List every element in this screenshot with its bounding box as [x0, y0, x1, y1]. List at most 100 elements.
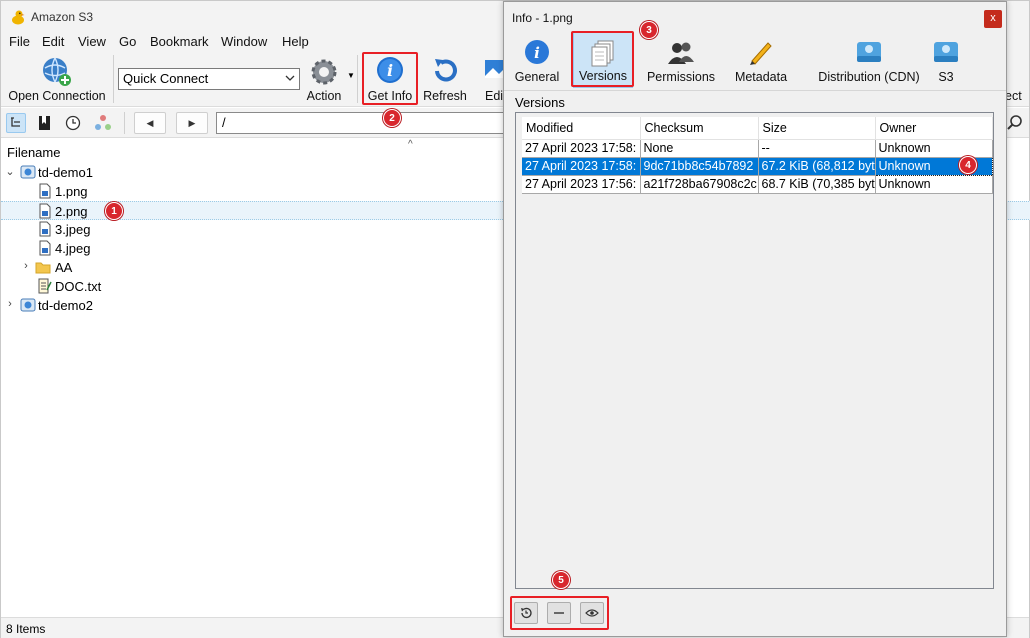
bonjour-view-button[interactable] — [93, 113, 113, 133]
outline-view-button[interactable] — [6, 113, 26, 133]
history-view-button[interactable] — [63, 113, 83, 133]
revert-version-button[interactable] — [514, 602, 538, 624]
item-count: 8 Items — [6, 622, 46, 636]
tab-permissions[interactable]: Permissions — [643, 32, 719, 88]
tab-s3-label: S3 — [938, 70, 954, 84]
tab-metadata[interactable]: Metadata — [729, 32, 793, 88]
cell-checksum: a21f728ba67908c2c — [640, 175, 759, 194]
info-dialog: Info - 1.png x i General Versions Permis… — [503, 1, 1007, 637]
tree-item-label: 2.png — [55, 204, 88, 219]
chevron-right-icon[interactable]: › — [20, 260, 32, 272]
toolbar-divider — [357, 55, 358, 103]
tab-s3[interactable]: S3 — [934, 32, 958, 88]
open-connection-button[interactable]: Open Connection — [5, 53, 109, 105]
disconnect-button[interactable]: ect — [1005, 53, 1029, 105]
users-icon — [668, 42, 694, 64]
cell-owner: Unknown — [875, 139, 993, 158]
tab-metadata-label: Metadata — [734, 70, 788, 84]
clock-icon — [65, 115, 81, 131]
bucket-icon — [20, 298, 36, 312]
column-header-size[interactable]: Size — [758, 117, 876, 140]
versions-table-container: Modified Checksum Size Owner 27 April 20… — [515, 112, 994, 589]
menu-window[interactable]: Window — [221, 34, 267, 49]
back-arrow-icon: ◀ — [146, 118, 154, 128]
image-edit-icon — [485, 60, 505, 78]
column-header-owner[interactable]: Owner — [875, 117, 993, 140]
chevron-down-icon[interactable]: ⌄ — [4, 165, 16, 178]
quick-connect-select[interactable]: Quick Connect — [118, 68, 300, 90]
gear-icon — [311, 59, 337, 85]
step-badge-1: 1 — [105, 202, 123, 220]
chevron-down-icon — [285, 75, 295, 81]
filename-column-header[interactable]: Filename — [7, 145, 60, 160]
cell-size: -- — [758, 139, 876, 158]
step-badge-4: 4 — [959, 156, 977, 174]
action-button[interactable]: Action — [301, 53, 347, 105]
table-row[interactable]: 27 April 2023 17:58: None -- Unknown — [522, 139, 993, 158]
cell-checksum: None — [640, 139, 759, 158]
get-info-button[interactable]: i Get Info — [363, 53, 417, 105]
tree-item-label: td-demo1 — [38, 165, 93, 180]
search-icon[interactable] — [1004, 112, 1026, 134]
toolbar-divider — [113, 55, 114, 103]
tab-versions[interactable]: Versions — [573, 32, 633, 88]
chevron-right-icon[interactable]: › — [4, 298, 16, 310]
cyberduck-logo-icon — [12, 10, 25, 25]
network-icon — [95, 115, 111, 130]
quick-look-button[interactable] — [580, 602, 604, 624]
cell-size: 67.2 KiB (68,812 byt — [758, 157, 876, 176]
menu-view[interactable]: View — [78, 34, 106, 49]
action-dropdown-icon[interactable]: ▼ — [347, 71, 355, 80]
path-field[interactable]: / — [216, 112, 516, 134]
quick-connect-value: Quick Connect — [123, 71, 209, 86]
cell-owner: Unknown — [875, 175, 993, 194]
versions-section-title: Versions — [515, 95, 565, 110]
tree-item-label: DOC.txt — [55, 279, 102, 294]
delete-version-button[interactable] — [547, 602, 571, 624]
svg-text:i: i — [534, 44, 540, 62]
sort-ascending-icon: ^ — [408, 139, 413, 150]
step-badge-3: 3 — [640, 21, 658, 39]
menu-go[interactable]: Go — [119, 34, 136, 49]
nav-divider — [124, 112, 125, 134]
tab-distribution-cdn[interactable]: Distribution (CDN) — [807, 32, 931, 88]
info-icon: i — [377, 57, 403, 83]
table-header-row: Modified Checksum Size Owner — [522, 117, 993, 140]
versions-icon — [591, 40, 614, 67]
get-info-label: Get Info — [367, 89, 413, 103]
menu-file[interactable]: File — [9, 34, 30, 49]
image-file-icon — [39, 203, 51, 219]
refresh-icon — [435, 59, 457, 82]
table-row[interactable]: 27 April 2023 17:56: a21f728ba67908c2c 6… — [522, 175, 993, 194]
image-file-icon — [39, 221, 51, 237]
edit-label: Edi — [485, 89, 504, 103]
table-row-selected[interactable]: 27 April 2023 17:58: 9dc71bb8c54b7892 67… — [522, 156, 993, 176]
versions-table: Modified Checksum Size Owner 27 April 20… — [522, 117, 993, 194]
refresh-label: Refresh — [423, 89, 467, 103]
tab-general-label: General — [514, 70, 560, 84]
step-badge-5: 5 — [552, 571, 570, 589]
refresh-button[interactable]: Refresh — [421, 53, 469, 105]
menu-bookmark[interactable]: Bookmark — [150, 34, 209, 49]
bookmarks-view-button[interactable] — [34, 113, 54, 133]
bookmark-icon — [39, 116, 50, 130]
back-button[interactable]: ◀ — [134, 112, 166, 134]
menu-help[interactable]: Help — [282, 34, 309, 49]
globe-add-icon — [43, 57, 71, 86]
edit-button[interactable]: Edi — [479, 53, 505, 105]
menu-edit[interactable]: Edit — [42, 34, 64, 49]
column-header-modified[interactable]: Modified — [522, 117, 641, 140]
text-file-icon — [38, 278, 52, 294]
tab-general[interactable]: i General — [510, 32, 564, 88]
history-revert-icon — [521, 607, 532, 619]
column-header-checksum[interactable]: Checksum — [640, 117, 759, 140]
image-file-icon — [39, 183, 51, 199]
tree-item-label: AA — [55, 260, 73, 275]
tree-item-label: 1.png — [55, 184, 88, 199]
close-button[interactable]: x — [984, 10, 1002, 28]
tab-divider — [504, 90, 1006, 91]
tree-item-label: td-demo2 — [38, 298, 93, 313]
open-connection-label: Open Connection — [8, 89, 106, 103]
forward-button[interactable]: ▶ — [176, 112, 208, 134]
cell-size: 68.7 KiB (70,385 byt — [758, 175, 876, 194]
